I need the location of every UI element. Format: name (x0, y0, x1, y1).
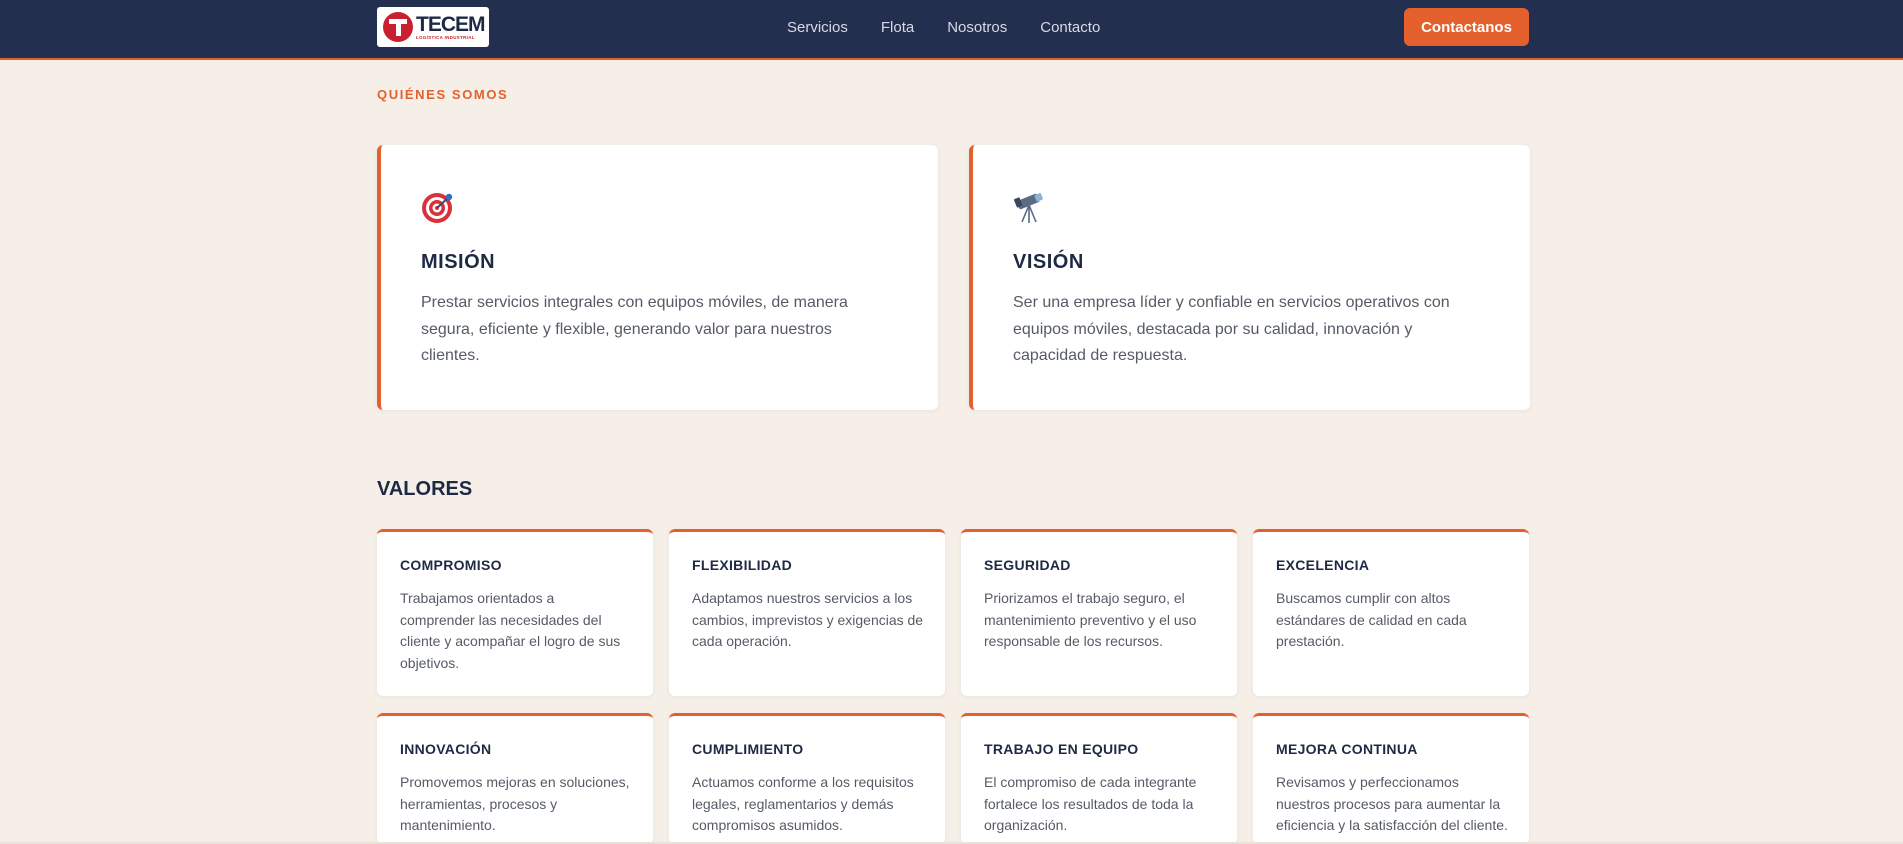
vision-title: VISIÓN (1013, 251, 1084, 273)
main-nav: Servicios Flota Nosotros Contacto (787, 0, 1133, 54)
value-title: TRABAJO EN EQUIPO (984, 741, 1139, 757)
mision-card: MISIÓN Prestar servicios integrales con … (377, 145, 938, 410)
nav-link-flota[interactable]: Flota (881, 19, 914, 36)
logo-tagline: LOGÍSTICA INDUSTRIAL (416, 34, 475, 40)
nav-link-servicios[interactable]: Servicios (787, 19, 848, 36)
value-text: Revisamos y perfeccionamos nuestros proc… (1276, 774, 1508, 833)
telescope-icon (1014, 193, 1043, 223)
logo-wordmark: TECEM (416, 12, 485, 36)
value-text: El compromiso de cada integrante fortale… (984, 774, 1197, 833)
nav-link-nosotros[interactable]: Nosotros (947, 19, 1007, 36)
value-card-trabajo-en-equipo: TRABAJO EN EQUIPO El compromiso de cada … (961, 713, 1237, 844)
value-card-compromiso: COMPROMISO Trabajamos orientados a compr… (377, 529, 653, 696)
section-eyebrow: QUIÉNES SOMOS (377, 87, 509, 102)
mision-text: Prestar servicios integrales con equipos… (421, 294, 848, 364)
value-card-seguridad: SEGURIDAD Priorizamos el trabajo seguro,… (961, 529, 1237, 696)
value-card-flexibilidad: FLEXIBILIDAD Adaptamos nuestros servicio… (669, 529, 945, 696)
company-logo[interactable]: TECEM LOGÍSTICA INDUSTRIAL (377, 7, 489, 47)
value-text: Priorizamos el trabajo seguro, el manten… (984, 590, 1197, 649)
value-text: Actuamos conforme a los requisitos legal… (692, 774, 914, 833)
vision-card: VISIÓN Ser una empresa líder y confiable… (969, 145, 1530, 410)
value-card-cumplimiento: CUMPLIMIENTO Actuamos conforme a los req… (669, 713, 945, 844)
nav-link-contacto[interactable]: Contacto (1040, 19, 1100, 36)
target-icon (422, 193, 453, 223)
mision-title: MISIÓN (421, 251, 496, 273)
value-title: SEGURIDAD (984, 557, 1071, 573)
values-heading: VALORES (377, 478, 473, 500)
logo-icon (383, 12, 413, 42)
value-text: Promovemos mejoras en soluciones, herram… (400, 774, 630, 833)
value-title: CUMPLIMIENTO (692, 741, 804, 757)
value-text: Trabajamos orientados a comprender las n… (400, 590, 621, 671)
value-text: Buscamos cumplir con altos estándares de… (1276, 590, 1467, 649)
vision-text: Ser una empresa líder y confiable en ser… (1013, 294, 1450, 364)
value-title: FLEXIBILIDAD (692, 557, 793, 573)
value-card-mejora-continua: MEJORA CONTINUA Revisamos y perfeccionam… (1253, 713, 1529, 844)
value-title: INNOVACIÓN (400, 741, 492, 757)
value-card-innovacion: INNOVACIÓN Promovemos mejoras en solucio… (377, 713, 653, 844)
value-title: EXCELENCIA (1276, 557, 1370, 573)
contact-cta-button[interactable]: Contactanos (1404, 8, 1529, 46)
value-title: COMPROMISO (400, 557, 502, 573)
top-navbar: TECEM LOGÍSTICA INDUSTRIAL Servicios Flo… (0, 0, 1903, 60)
value-text: Adaptamos nuestros servicios a los cambi… (692, 590, 924, 649)
value-card-excelencia: EXCELENCIA Buscamos cumplir con altos es… (1253, 529, 1529, 696)
value-title: MEJORA CONTINUA (1276, 741, 1418, 757)
